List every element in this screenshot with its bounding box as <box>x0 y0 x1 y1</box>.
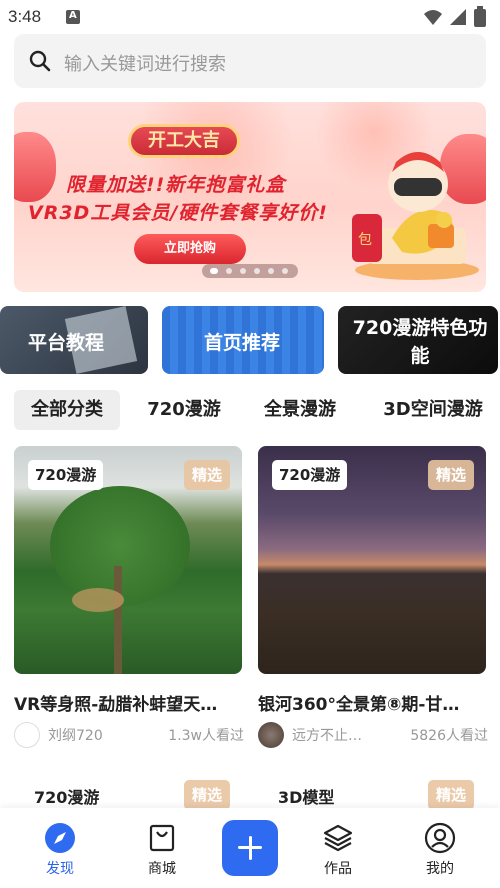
buy-now-button[interactable]: 立即抢购 <box>134 234 246 264</box>
nav-store[interactable]: 商城 <box>122 818 202 884</box>
author-avatar[interactable] <box>258 722 284 748</box>
banner-pagination <box>202 264 298 278</box>
featured-badge: 精选 <box>184 460 230 490</box>
view-count: 5826人看过 <box>410 728 488 744</box>
card-thumbnail: 720漫游 精选 <box>14 446 242 674</box>
pagination-dot <box>282 268 288 274</box>
category-recommend[interactable]: 首页推荐 <box>162 306 324 374</box>
category-tutorial[interactable]: 平台教程 <box>0 306 148 374</box>
wifi-icon <box>424 10 442 25</box>
category-label: 720漫游特色功能 <box>352 317 488 367</box>
card-meta: 刘纲720 1.3w人看过 <box>14 720 244 750</box>
banner-tag: 开工大吉 <box>128 124 240 158</box>
author-name[interactable]: 远方不止… <box>292 725 362 745</box>
content-card[interactable]: 720漫游 精选 银河360°全景第⑧期-甘… 远方不止… 5826人看过 <box>258 446 488 748</box>
type-badge: 720漫游 <box>34 788 100 807</box>
pagination-dot <box>254 268 260 274</box>
signal-icon <box>450 9 466 25</box>
view-count: 1.3w人看过 <box>168 728 244 744</box>
snake-mascot-illustration: 包 <box>352 152 479 280</box>
category-label: 平台教程 <box>28 332 105 354</box>
pagination-dot <box>268 268 274 274</box>
layers-icon <box>323 824 353 852</box>
type-badge: 3D模型 <box>278 788 335 807</box>
nav-label: 发现 <box>46 861 74 877</box>
search-icon <box>29 50 51 72</box>
shopping-bag-icon <box>149 824 175 852</box>
type-badge: 720漫游 <box>272 460 348 490</box>
card-title[interactable]: VR等身照-勐腊补蚌望天… <box>14 690 244 715</box>
search-bar[interactable]: 输入关键词进行搜索 <box>14 34 486 88</box>
create-button[interactable] <box>222 820 278 876</box>
card-meta: 远方不止… 5826人看过 <box>258 720 488 750</box>
card-thumbnail: 720漫游 精选 <box>258 446 486 674</box>
featured-badge: 精选 <box>184 780 230 810</box>
pagination-dot <box>240 268 246 274</box>
promo-banner[interactable]: 开工大吉 限量加送!!新年抱富礼盒 VR3D工具会员/硬件套餐享好价! 立即抢购… <box>14 102 486 292</box>
author-name[interactable]: 刘纲720 <box>48 725 103 745</box>
nav-label: 我的 <box>426 861 454 877</box>
bottom-navigation: 发现 商城 作品 我的 <box>0 808 500 888</box>
battery-icon <box>474 9 486 27</box>
status-bar: 3:48 <box>0 0 500 34</box>
category-label: 首页推荐 <box>204 332 281 354</box>
tab-panorama[interactable]: 全景漫游 <box>250 390 350 430</box>
banner-headline-1: 限量加送!!新年抱富礼盒 <box>66 174 286 196</box>
content-card[interactable]: 720漫游 精选 VR等身照-勐腊补蚌望天… 刘纲720 1.3w人看过 <box>14 446 244 748</box>
nav-label: 作品 <box>324 861 352 877</box>
tab-3d-space[interactable]: 3D空间漫游 <box>370 390 496 430</box>
nav-works[interactable]: 作品 <box>298 818 378 884</box>
banner-headline-2: VR3D工具会员/硬件套餐享好价! <box>28 202 328 224</box>
user-icon <box>424 822 456 854</box>
pagination-dot <box>210 268 218 274</box>
svg-text:包: 包 <box>358 232 372 248</box>
nav-profile[interactable]: 我的 <box>400 818 480 884</box>
category-tabs: 全部分类 720漫游 全景漫游 3D空间漫游 <box>14 390 500 430</box>
nav-discover[interactable]: 发现 <box>20 818 100 884</box>
compass-icon <box>45 823 75 853</box>
author-avatar[interactable] <box>14 722 40 748</box>
pagination-dot <box>226 268 232 274</box>
search-input[interactable]: 输入关键词进行搜索 <box>64 50 226 76</box>
lantern-left <box>14 132 56 202</box>
status-time: 3:48 <box>8 7 42 26</box>
card-title[interactable]: 银河360°全景第⑧期-甘… <box>258 690 488 715</box>
type-badge: 720漫游 <box>28 460 104 490</box>
tab-all[interactable]: 全部分类 <box>14 390 120 430</box>
nav-label: 商城 <box>148 861 176 877</box>
system-status-icons <box>424 6 486 27</box>
tab-720[interactable]: 720漫游 <box>136 390 232 430</box>
featured-badge: 精选 <box>428 460 474 490</box>
featured-badge: 精选 <box>428 780 474 810</box>
notification-icon <box>66 10 80 24</box>
category-features[interactable]: 720漫游特色功能 <box>338 306 498 374</box>
